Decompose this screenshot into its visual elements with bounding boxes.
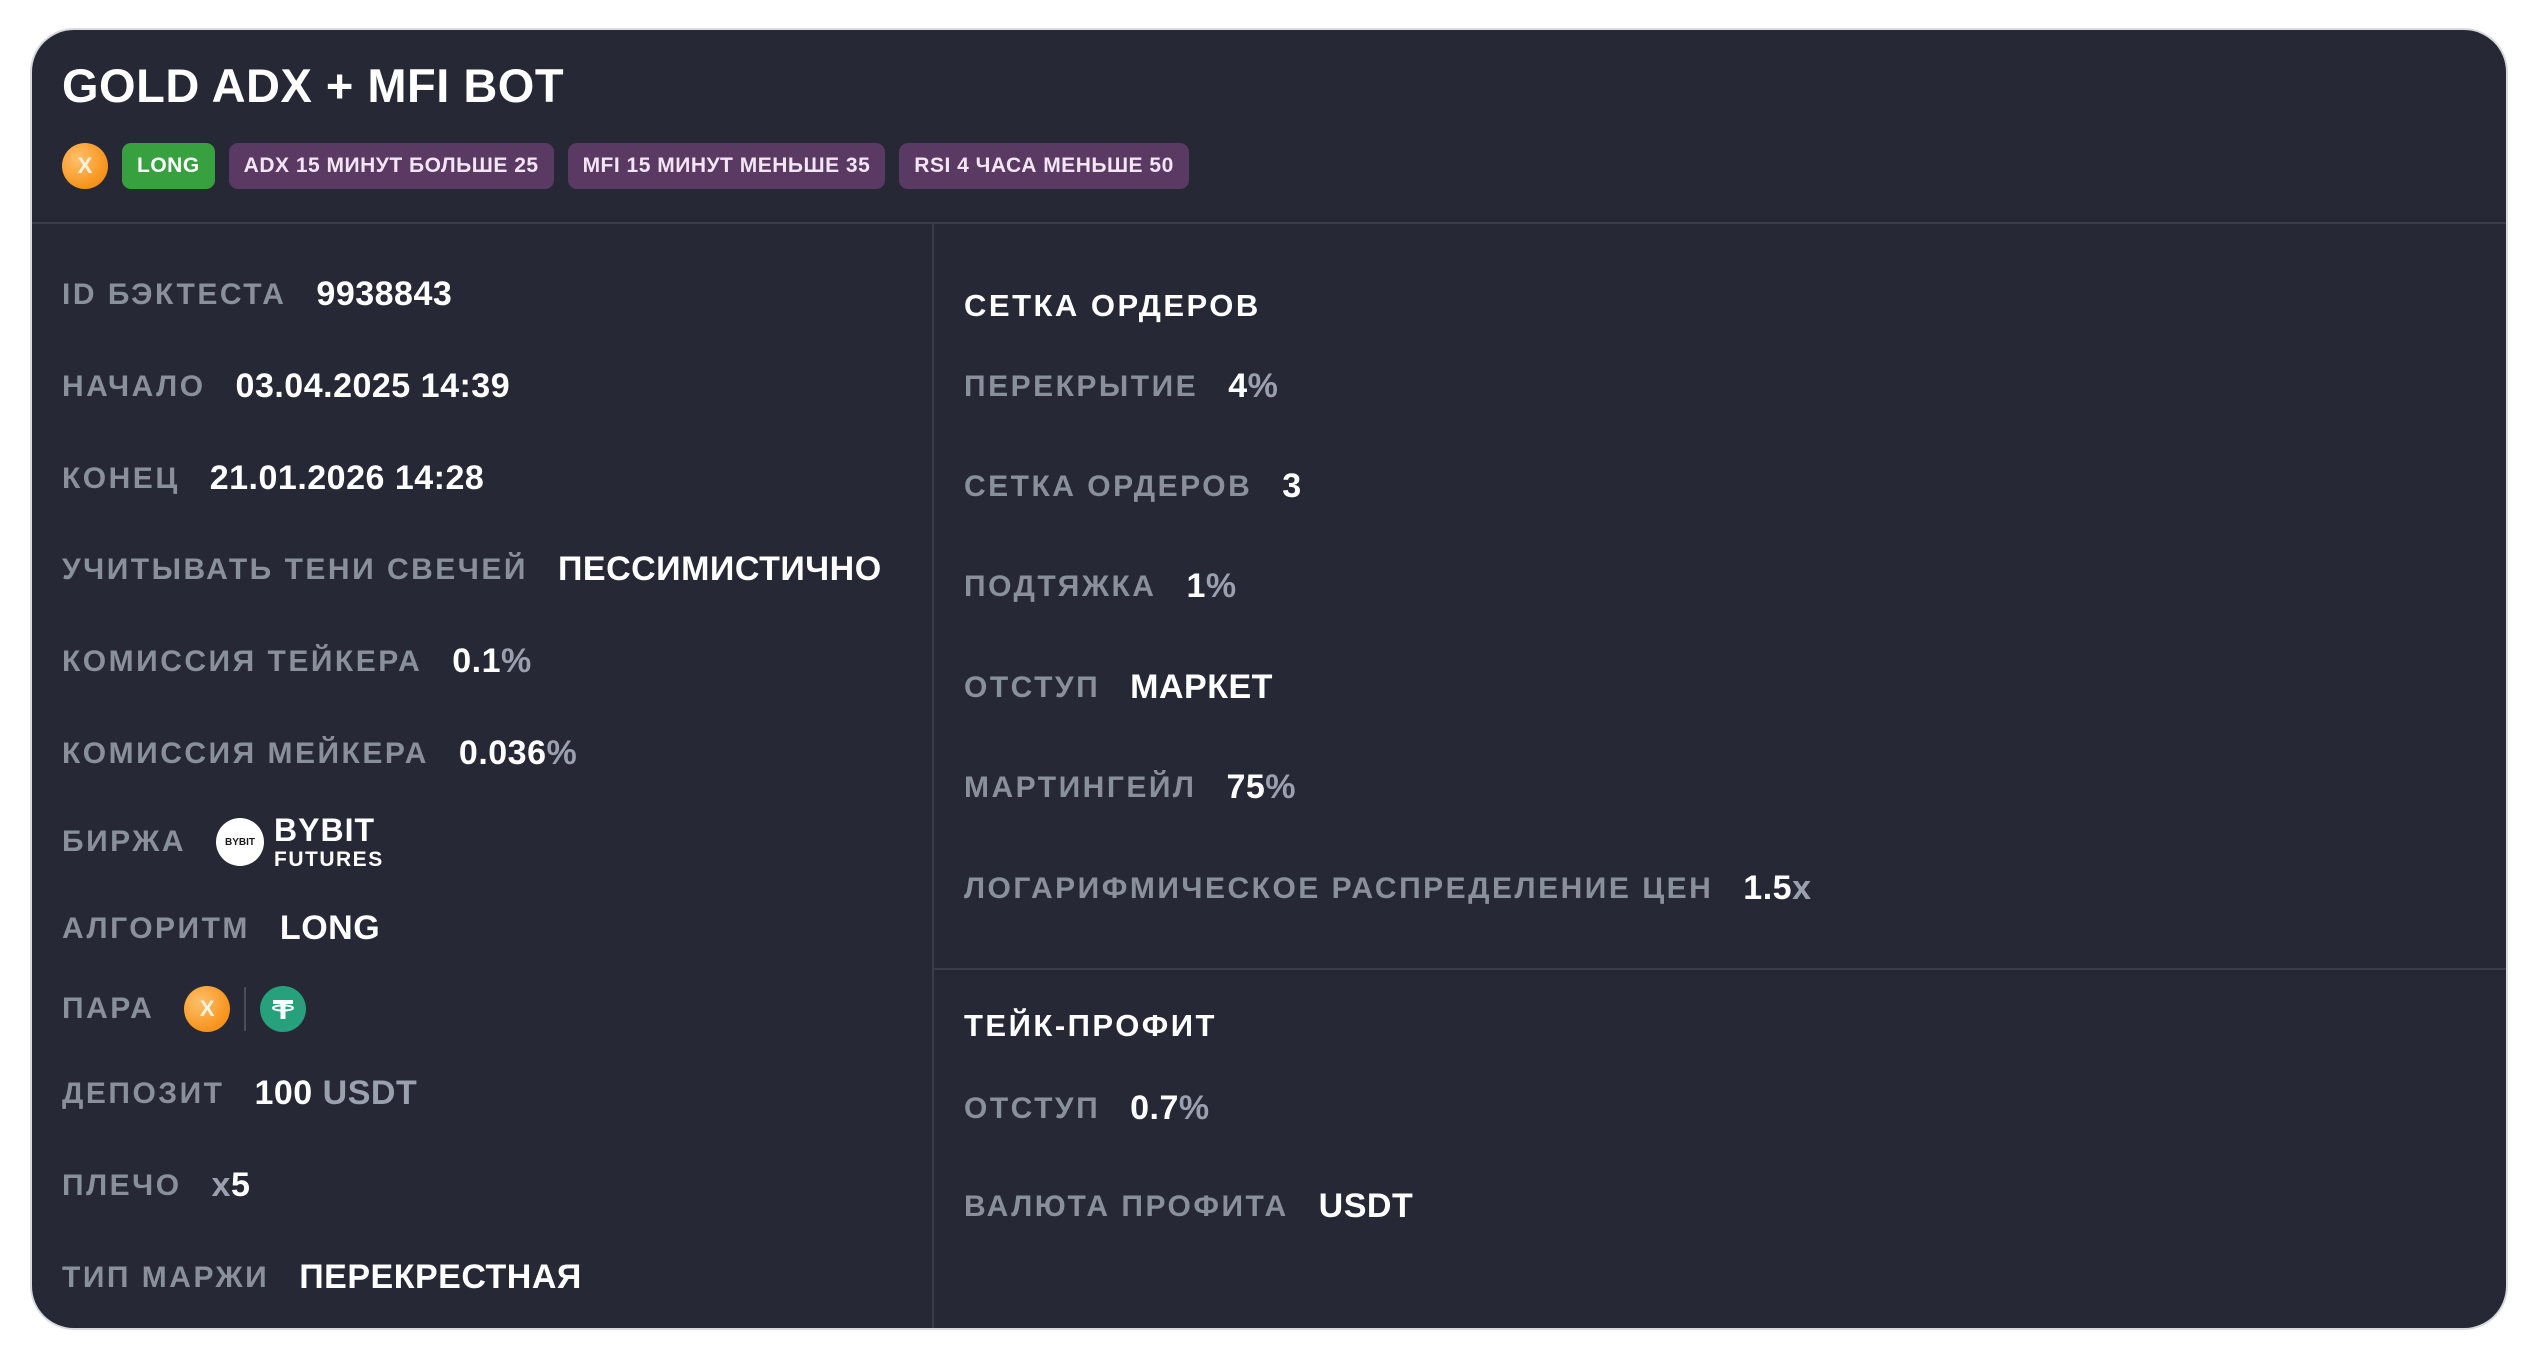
grid-section-title: СЕТКА ОРДЕРОВ <box>964 288 1261 323</box>
end-row: КОНЕЦ 21.01.2026 14:28 <box>62 459 484 498</box>
pair-row: ПАРА X <box>62 986 307 1032</box>
pair-separator <box>244 987 247 1031</box>
backtest-id-row: ID БЭКТЕСТА 9938843 <box>62 275 452 314</box>
exchange-name: BYBIT FUTURES <box>274 812 384 871</box>
log-distribution-value: 1.5x <box>1743 869 1812 907</box>
margin-type-value: ПЕРЕКРЕСТНАЯ <box>299 1258 582 1296</box>
section-divider <box>934 968 2506 970</box>
card-header: GOLD ADX + MFI BOT X LONG ADX 15 МИНУТ Б… <box>32 30 2506 224</box>
bybit-logo-icon: BYBIT <box>216 818 265 866</box>
log-distribution-label: ЛОГАРИФМИЧЕСКОЕ РАСПРЕДЕЛЕНИЕ ЦЕН <box>964 871 1714 905</box>
leverage-value: x5 <box>211 1166 251 1204</box>
algorithm-label: АЛГОРИТМ <box>62 911 250 945</box>
leverage-row: ПЛЕЧО x5 <box>62 1166 250 1205</box>
martingale-label: МАРТИНГЕЙЛ <box>964 770 1197 804</box>
pair-label: ПАРА <box>62 992 155 1025</box>
exchange-row: БИРЖА BYBIT BYBIT FUTURES <box>62 814 384 870</box>
maker-fee-value: 0.036% <box>458 734 578 772</box>
shadows-value: ПЕССИМИСТИЧНО <box>557 550 882 588</box>
profit-currency-value: USDT <box>1318 1187 1414 1225</box>
maker-fee-row: КОМИССИЯ МЕЙКЕРА 0.036% <box>62 734 577 773</box>
maker-fee-label: КОМИССИЯ МЕЙКЕРА <box>62 736 429 770</box>
end-label: КОНЕЦ <box>62 461 180 495</box>
leverage-label: ПЛЕЧО <box>62 1168 182 1202</box>
shadows-row: УЧИТЫВАТЬ ТЕНИ СВЕЧЕЙ ПЕССИМИСТИЧНО <box>62 550 882 589</box>
condition-badge-mfi: MFI 15 МИНУТ МЕНЬШЕ 35 <box>567 143 886 189</box>
deposit-value: 100 USDT <box>254 1074 418 1112</box>
margin-type-label: ТИП МАРЖИ <box>62 1260 270 1294</box>
exchange-label: БИРЖА <box>62 825 187 858</box>
condition-badge-adx: ADX 15 МИНУТ БОЛЬШЕ 25 <box>228 143 554 189</box>
algorithm-row: АЛГОРИТМ LONG <box>62 909 380 948</box>
grid-orders-label: СЕТКА ОРДЕРОВ <box>964 469 1253 503</box>
direction-badge: LONG <box>122 143 215 189</box>
condition-badge-rsi: RSI 4 ЧАСА МЕНЬШЕ 50 <box>899 143 1189 189</box>
deposit-label: ДЕПОЗИТ <box>62 1076 225 1110</box>
grid-orders-row: СЕТКА ОРДЕРОВ 3 <box>964 467 1302 506</box>
backtest-id-value: 9938843 <box>316 275 453 313</box>
backtest-id-label: ID БЭКТЕСТА <box>62 277 287 311</box>
backtest-settings: ID БЭКТЕСТА 9938843 НАЧАЛО 03.04.2025 14… <box>32 224 934 1328</box>
gold-coin-icon: X <box>184 986 231 1032</box>
tp-offset-value: 0.7% <box>1130 1089 1210 1127</box>
pullup-row: ПОДТЯЖКА 1% <box>964 567 1237 606</box>
martingale-row: МАРТИНГЕЙЛ 75% <box>964 768 1296 807</box>
grid-orders-value: 3 <box>1282 467 1302 505</box>
martingale-value: 75% <box>1226 768 1297 806</box>
overlap-value: 4% <box>1228 367 1279 405</box>
offset-label: ОТСТУП <box>964 670 1101 704</box>
gold-coin-icon: X <box>62 143 108 189</box>
taker-fee-value: 0.1% <box>452 642 532 680</box>
tp-offset-row: ОТСТУП 0.7% <box>964 1089 1210 1128</box>
end-value: 21.01.2026 14:28 <box>209 459 485 497</box>
start-row: НАЧАЛО 03.04.2025 14:39 <box>62 367 510 406</box>
pullup-value: 1% <box>1186 567 1237 605</box>
profit-currency-row: ВАЛЮТА ПРОФИТА USDT <box>964 1187 1413 1226</box>
backtest-card: GOLD ADX + MFI BOT X LONG ADX 15 МИНУТ Б… <box>32 30 2506 1328</box>
overlap-label: ПЕРЕКРЫТИЕ <box>964 369 1199 403</box>
take-profit-section-title: ТЕЙК-ПРОФИТ <box>964 1008 1217 1043</box>
profit-currency-label: ВАЛЮТА ПРОФИТА <box>964 1189 1289 1223</box>
algorithm-value: LONG <box>279 909 381 947</box>
strategy-settings: СЕТКА ОРДЕРОВ ПЕРЕКРЫТИЕ 4% СЕТКА ОРДЕРО… <box>934 224 2506 1328</box>
tether-icon <box>260 986 307 1032</box>
log-distribution-row: ЛОГАРИФМИЧЕСКОЕ РАСПРЕДЕЛЕНИЕ ЦЕН 1.5x <box>964 869 1811 908</box>
bot-title: GOLD ADX + MFI BOT <box>62 59 565 112</box>
deposit-row: ДЕПОЗИТ 100 USDT <box>62 1074 417 1113</box>
pullup-label: ПОДТЯЖКА <box>964 569 1157 603</box>
overlap-row: ПЕРЕКРЫТИЕ 4% <box>964 367 1278 406</box>
start-value: 03.04.2025 14:39 <box>235 367 511 405</box>
offset-row: ОТСТУП МАРКЕТ <box>964 668 1273 707</box>
start-label: НАЧАЛО <box>62 369 206 403</box>
taker-fee-label: КОМИССИЯ ТЕЙКЕРА <box>62 644 423 678</box>
taker-fee-row: КОМИССИЯ ТЕЙКЕРА 0.1% <box>62 642 532 681</box>
tag-row: X LONG ADX 15 МИНУТ БОЛЬШЕ 25 MFI 15 МИН… <box>62 143 1189 189</box>
margin-type-row: ТИП МАРЖИ ПЕРЕКРЕСТНАЯ <box>62 1258 582 1297</box>
tp-offset-label: ОТСТУП <box>964 1091 1101 1125</box>
shadows-label: УЧИТЫВАТЬ ТЕНИ СВЕЧЕЙ <box>62 552 528 586</box>
offset-value: МАРКЕТ <box>1130 668 1273 706</box>
